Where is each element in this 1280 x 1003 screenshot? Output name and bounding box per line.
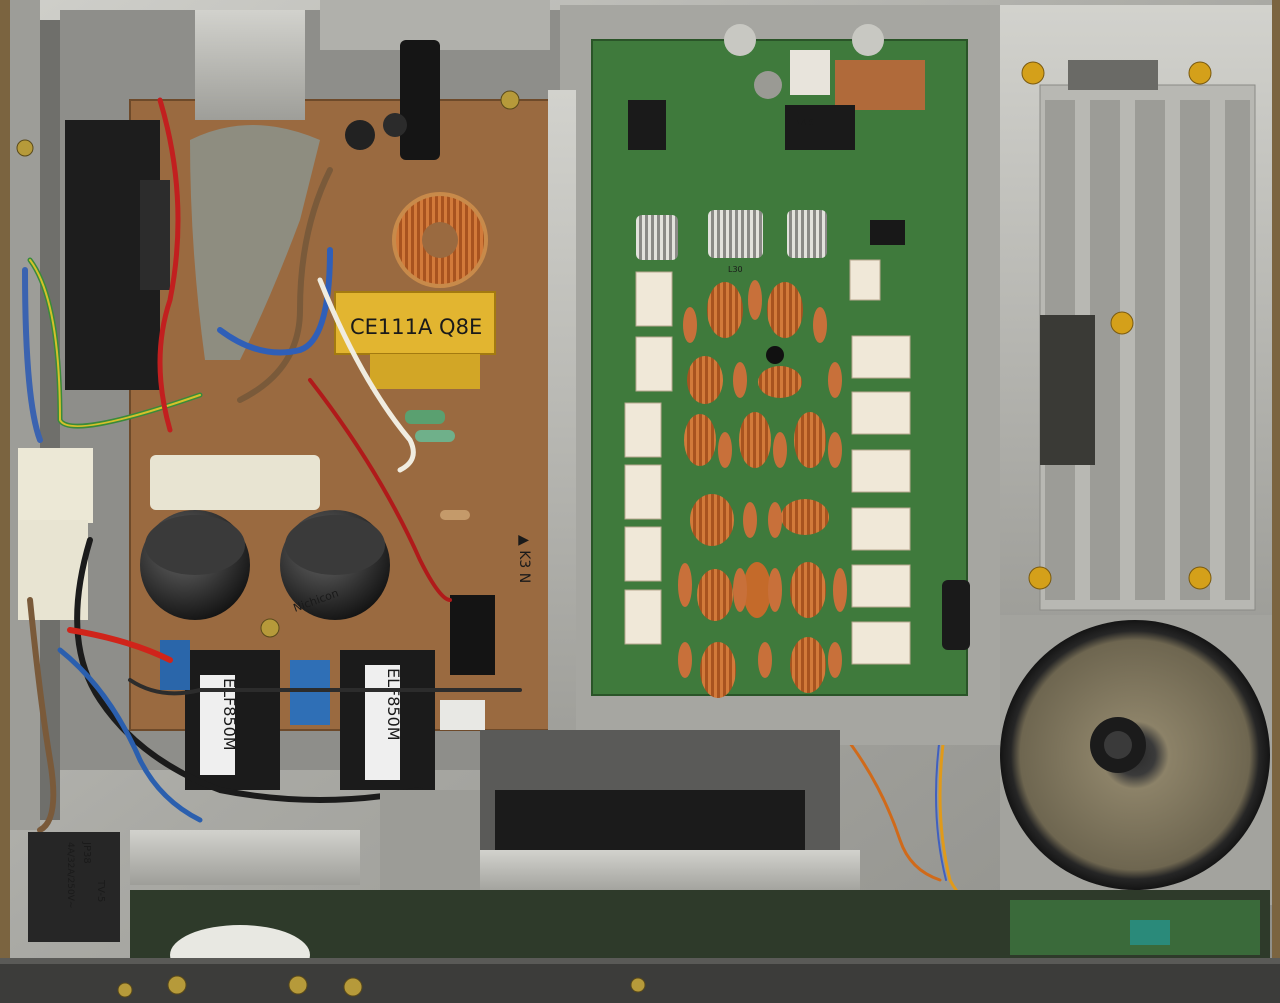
capacitor-elf-left: ELF850M (185, 650, 280, 790)
rf-filter-section: NAIS L30 (548, 5, 1000, 750)
coil-label: L30 (728, 265, 743, 274)
power-supply-section: CE111A Q8E Nichicon ELF850M ELF850M ▲ K3… (18, 0, 560, 790)
heatsink-right (1000, 5, 1272, 620)
cooling-fan (440, 730, 860, 895)
speaker (1000, 615, 1272, 905)
chassis-photo: CE111A Q8E Nichicon ELF850M ELF850M ▲ K3… (0, 0, 1280, 1003)
toroid-inductor (392, 192, 488, 288)
fuse-rating: 4A/32A/250V~ (65, 842, 75, 908)
capacitor-elf-right: ELF850M (340, 650, 435, 790)
line-filter: 4A/32A/250V~ JP38 TV-5 (28, 832, 120, 942)
arrow-label: ▲ K3 N (516, 535, 532, 583)
relay-brand: NAIS (795, 118, 814, 127)
filter-capacitor-right: Nichicon (280, 510, 390, 620)
fuse-code: JP38 (81, 841, 92, 864)
filter-capacitor-left (140, 510, 250, 620)
transformer-marking: CE111A Q8E (350, 315, 482, 339)
cap-right-marking: ELF850M (384, 668, 403, 741)
fuse-model: TV-5 (95, 879, 106, 902)
